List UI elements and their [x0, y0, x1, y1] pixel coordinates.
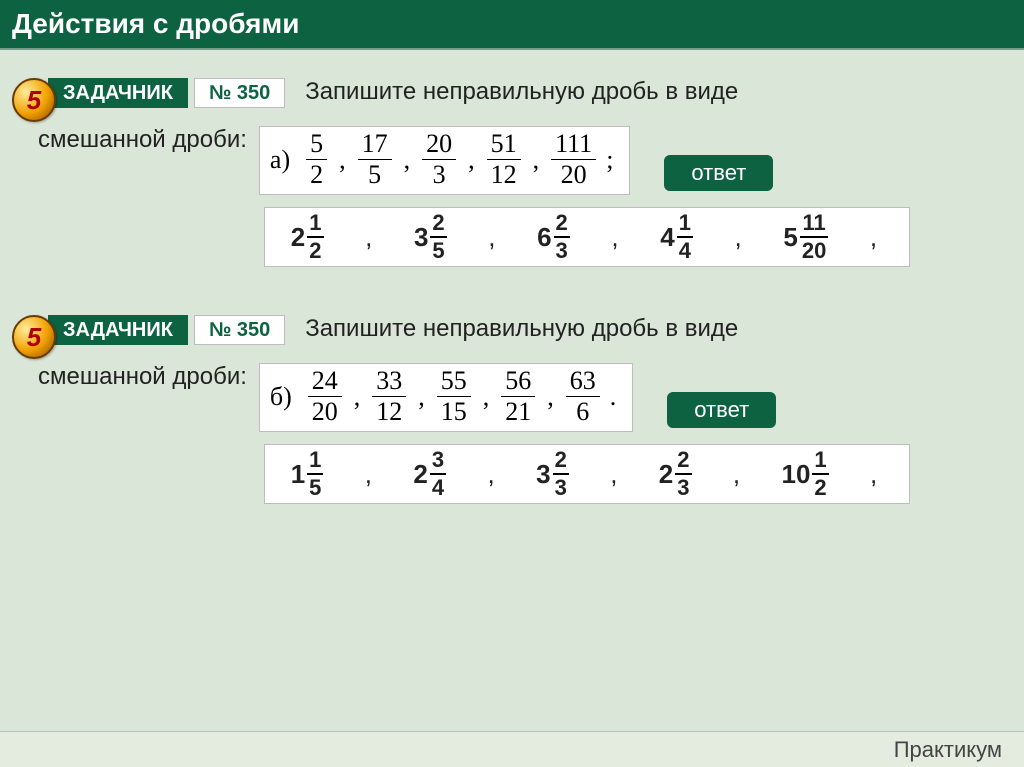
- page-header: Действия с дробями: [0, 0, 1024, 50]
- answer-box: 212, 325, 623, 414, 51120,: [264, 207, 910, 267]
- task-number-badge: № 350: [194, 315, 285, 345]
- fraction: 5112: [487, 131, 521, 188]
- fraction: 636: [566, 368, 600, 425]
- prompt-text: Запишите неправильную дробь в виде: [291, 315, 738, 342]
- given-terminator: ;: [606, 145, 613, 175]
- fraction: 2420: [308, 368, 342, 425]
- workbook-badge: ЗАДАЧНИК: [48, 315, 188, 345]
- given-label: б): [270, 382, 292, 412]
- footer: Практикум: [0, 731, 1024, 767]
- fraction: 11120: [551, 131, 596, 188]
- task-number-badge: № 350: [194, 78, 285, 108]
- content: 5 ЗАДАЧНИК № 350 Запишите неправильную д…: [0, 50, 1024, 504]
- fraction: 5621: [501, 368, 535, 425]
- fraction: 3312: [372, 368, 406, 425]
- fraction: 203: [422, 131, 456, 188]
- answer-button[interactable]: ответ: [667, 392, 776, 428]
- fraction: 5515: [437, 368, 471, 425]
- given-fractions: б) 2420, 3312, 5515, 5621, 636 .: [259, 363, 633, 432]
- fraction: 175: [358, 131, 392, 188]
- mixed-number: 623: [537, 212, 570, 262]
- prompt-text: Запишите неправильную дробь в виде: [291, 78, 738, 105]
- answer-button[interactable]: ответ: [664, 155, 773, 191]
- footer-label: Практикум: [894, 737, 1002, 763]
- workbook-badge: ЗАДАЧНИК: [48, 78, 188, 108]
- given-label: а): [270, 145, 290, 175]
- mixed-number: 325: [414, 212, 447, 262]
- mixed-number: 223: [659, 449, 692, 499]
- coin-icon: 5: [12, 78, 56, 122]
- mixed-number: 51120: [783, 212, 828, 262]
- given-fractions: а) 52, 175, 203, 5112, 11120 ;: [259, 126, 631, 195]
- mixed-number: 234: [413, 449, 446, 499]
- fraction: 52: [306, 131, 327, 188]
- mixed-number: 323: [536, 449, 569, 499]
- mixed-number: 212: [291, 212, 324, 262]
- task-block: 5 ЗАДАЧНИК № 350 Запишите неправильную д…: [12, 315, 1012, 504]
- prompt-text-2: смешанной дроби:: [38, 363, 247, 391]
- prompt-text-2: смешанной дроби:: [38, 126, 247, 154]
- task-block: 5 ЗАДАЧНИК № 350 Запишите неправильную д…: [12, 78, 1012, 267]
- mixed-number: 414: [660, 212, 693, 262]
- coin-icon: 5: [12, 315, 56, 359]
- mixed-number: 1012: [782, 449, 829, 499]
- given-terminator: .: [610, 382, 617, 412]
- answer-box: 115, 234, 323, 223, 1012,: [264, 444, 910, 504]
- mixed-number: 115: [291, 449, 324, 499]
